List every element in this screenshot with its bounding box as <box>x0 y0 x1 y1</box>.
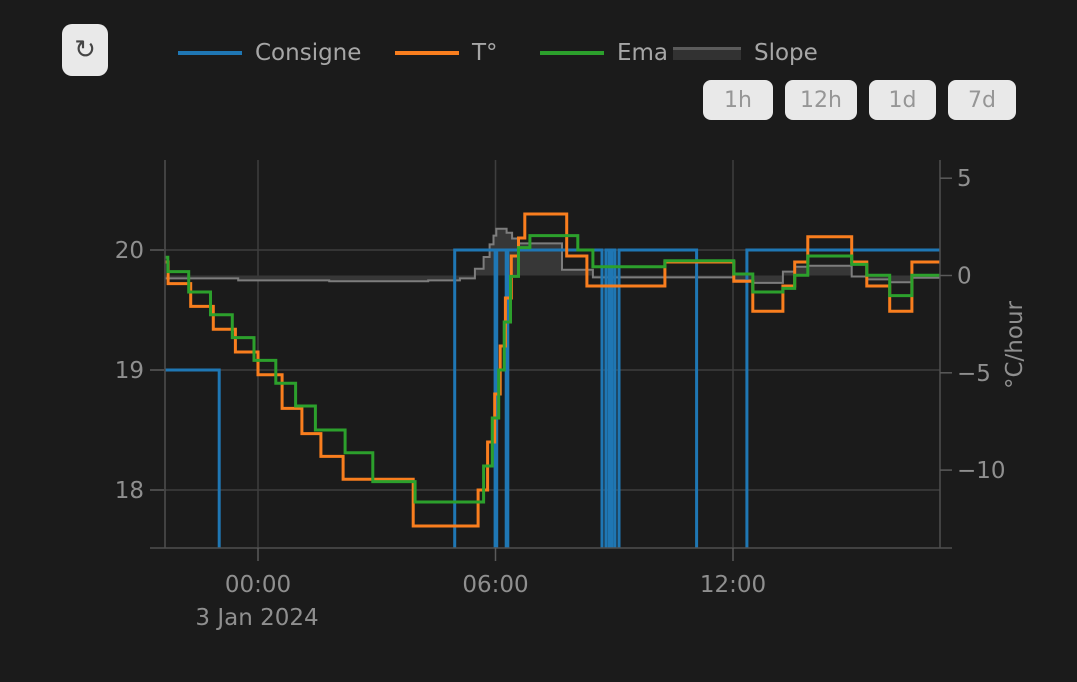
legend-label-temperature: T° <box>472 40 498 66</box>
legend-item-consigne[interactable]: Consigne <box>178 38 361 68</box>
legend-swatch-slope-bar <box>673 47 741 60</box>
range-button-1d[interactable]: 1d <box>869 80 936 120</box>
legend-swatch-consigne-line <box>178 51 242 55</box>
svg-text:°C/hour: °C/hour <box>1002 300 1028 389</box>
svg-text:0: 0 <box>957 264 972 290</box>
legend-label-consigne: Consigne <box>255 40 361 66</box>
legend-label-ema: Ema <box>617 40 668 66</box>
svg-text:5: 5 <box>957 166 972 192</box>
range-button-1h[interactable]: 1h <box>703 80 773 120</box>
legend-item-ema[interactable]: Ema <box>540 38 668 68</box>
legend-swatch-temperature-line <box>395 51 459 55</box>
legend-item-slope[interactable]: Slope <box>673 38 818 68</box>
svg-text:−10: −10 <box>957 458 1006 484</box>
svg-text:−5: −5 <box>957 361 991 387</box>
range-button-12h[interactable]: 12h <box>785 80 857 120</box>
chart-legend: Consigne T° Ema Slope <box>0 38 1077 68</box>
chart-app: { "app": {"background": "#1b1b1b"}, "too… <box>0 0 1077 682</box>
range-button-group: 1h 12h 1d 7d <box>703 80 1016 120</box>
range-button-7d[interactable]: 7d <box>948 80 1016 120</box>
legend-label-slope: Slope <box>754 40 818 66</box>
svg-text:20: 20 <box>115 238 144 264</box>
svg-text:3 Jan 2024: 3 Jan 2024 <box>195 605 318 631</box>
svg-text:19: 19 <box>115 358 144 384</box>
svg-text:06:00: 06:00 <box>462 572 528 598</box>
legend-item-temperature[interactable]: T° <box>395 38 498 68</box>
svg-text:00:00: 00:00 <box>225 572 291 598</box>
svg-text:18: 18 <box>115 478 144 504</box>
svg-text:12:00: 12:00 <box>700 572 766 598</box>
legend-swatch-ema-line <box>540 51 604 55</box>
